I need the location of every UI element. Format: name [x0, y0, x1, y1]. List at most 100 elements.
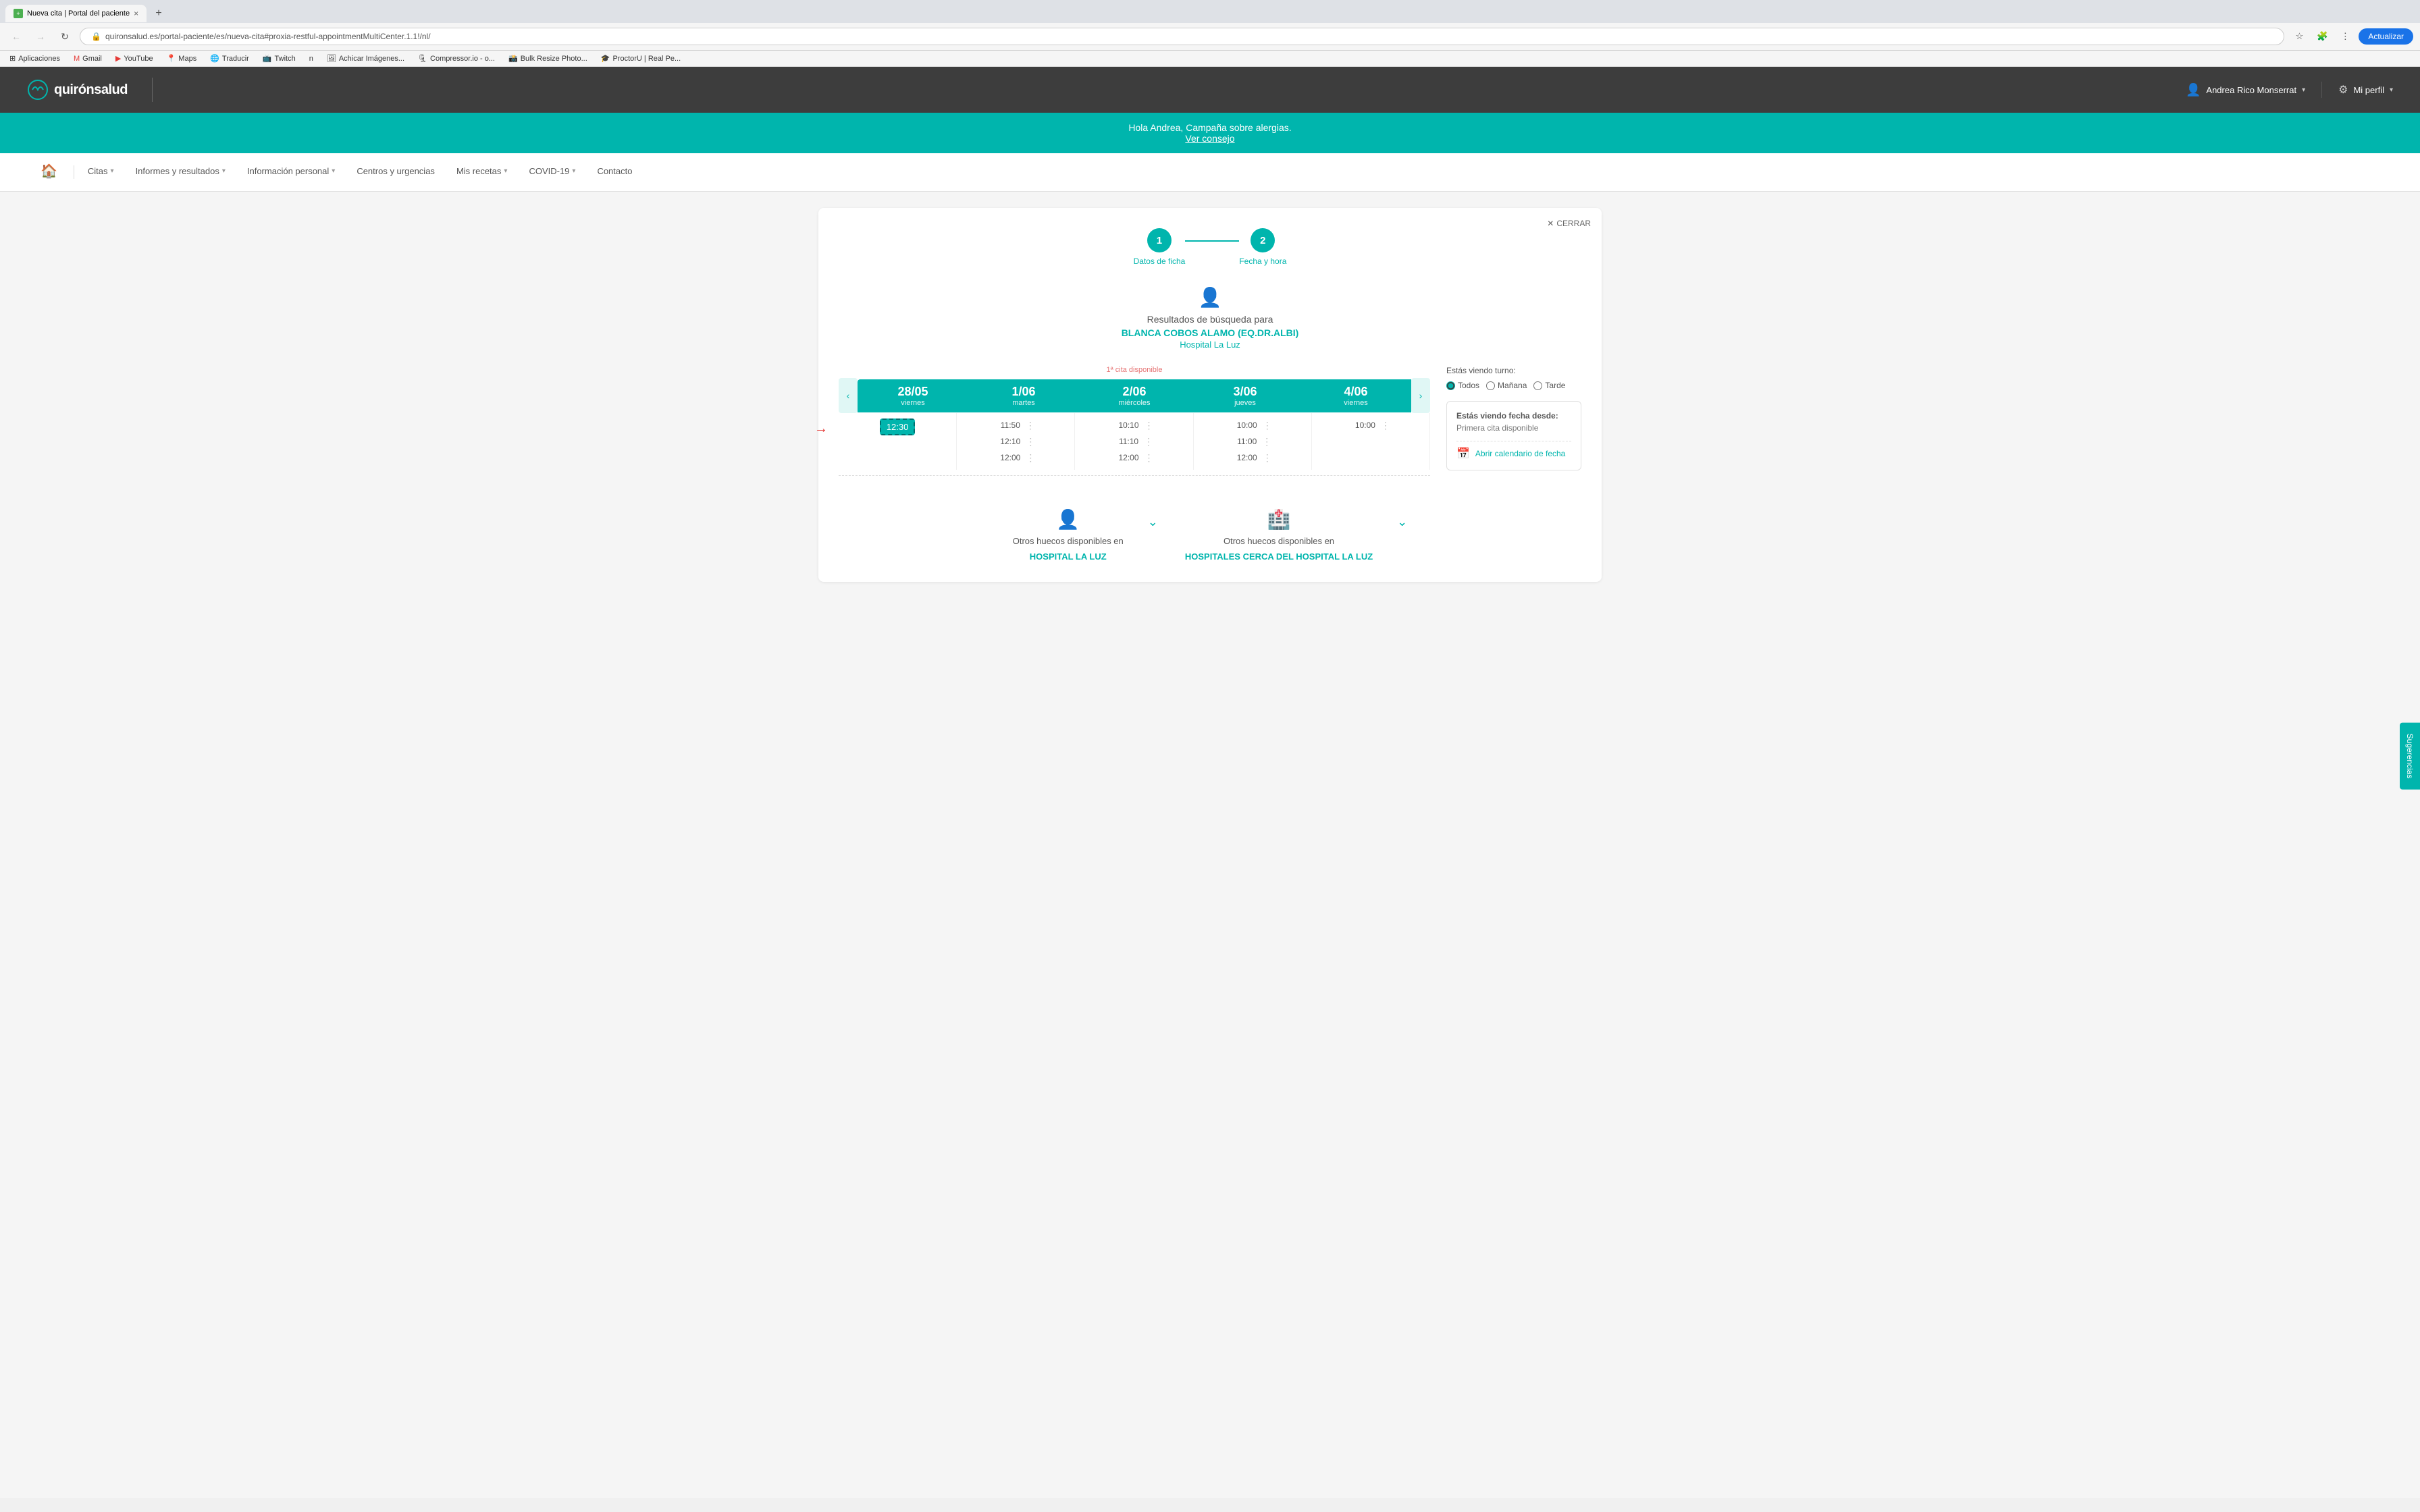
- more-icon-3-1[interactable]: ⋮: [1262, 436, 1271, 448]
- suggestions-tab[interactable]: Sugerencias: [2400, 723, 2420, 790]
- more-icon-1-2[interactable]: ⋮: [1026, 452, 1035, 464]
- open-calendar-button[interactable]: 📅 Abrir calendario de fecha: [1456, 447, 1571, 460]
- tab-bar: + Nueva cita | Portal del paciente × +: [0, 0, 2420, 23]
- more-icon-3-0[interactable]: ⋮: [1263, 420, 1272, 431]
- update-button[interactable]: Actualizar: [2359, 28, 2413, 45]
- bottom-chevron-right[interactable]: ⌄: [1397, 515, 1407, 529]
- day-4-date: 4/06: [1303, 385, 1409, 399]
- nav-item-covid[interactable]: COVID-19 ▾: [518, 157, 586, 188]
- turno-todos-option[interactable]: Todos: [1446, 381, 1479, 390]
- bookmark-n[interactable]: n: [307, 53, 316, 64]
- calendar-section: 1ª cita disponible ‹ 28/05 viernes 1/06 …: [839, 366, 1581, 481]
- bookmark-youtube[interactable]: ▶ YouTube: [113, 53, 156, 64]
- user-name: Andrea Rico Monserrat: [2206, 85, 2296, 95]
- turno-tarde-radio[interactable]: [1533, 381, 1542, 390]
- bookmark-translate[interactable]: 🌐 Traducir: [207, 53, 252, 64]
- bookmark-maps[interactable]: 📍 Maps: [164, 53, 200, 64]
- nav-item-informes[interactable]: Informes y resultados ▾: [125, 157, 236, 188]
- doctor-icon: 👤: [839, 286, 1581, 308]
- extensions-icon[interactable]: 🧩: [2313, 27, 2332, 46]
- header-profile[interactable]: ⚙ Mi perfil ▾: [2338, 83, 2393, 97]
- new-tab-button[interactable]: +: [149, 4, 168, 23]
- day-0-name: viernes: [860, 399, 966, 407]
- turno-options: Todos Mañana Tarde: [1446, 381, 1581, 390]
- more-icon-1-1[interactable]: ⋮: [1026, 436, 1035, 448]
- more-icon-4-0[interactable]: ⋮: [1381, 420, 1390, 431]
- person-icon-left: 👤: [1056, 508, 1080, 531]
- menu-icon[interactable]: ⋮: [2336, 27, 2355, 46]
- bookmark-gmail[interactable]: M Gmail: [71, 53, 105, 64]
- time-slot-0-0: 12:30: [841, 418, 953, 435]
- time-button-12-30[interactable]: 12:30: [880, 418, 916, 435]
- day-col-4: 4/06 viernes: [1300, 379, 1411, 412]
- nav-item-citas[interactable]: Citas ▾: [77, 157, 125, 188]
- bookmark-translate-label: Traducir: [222, 55, 249, 63]
- day-2-name: miércoles: [1082, 399, 1187, 407]
- header-user[interactable]: 👤 Andrea Rico Monserrat ▾: [2186, 83, 2305, 97]
- time-button-10-00-d4[interactable]: 10:00: [1351, 418, 1379, 432]
- apps-icon: ⊞: [9, 54, 16, 63]
- time-button-11-50[interactable]: 11:50: [997, 418, 1024, 432]
- time-button-12-00-d2[interactable]: 12:00: [1114, 451, 1142, 464]
- time-slot-3-0: 10:00 ⋮: [1196, 418, 1309, 432]
- close-x-icon: ✕: [1547, 219, 1554, 228]
- time-slot-1-1: 12:10 ⋮: [959, 435, 1072, 448]
- time-button-12-00-d3[interactable]: 12:00: [1233, 451, 1261, 464]
- red-arrow-indicator: →: [814, 421, 828, 437]
- date-info-value: Primera cita disponible: [1456, 423, 1571, 433]
- turno-todos-radio[interactable]: [1446, 381, 1455, 390]
- bottom-text-left: Otros huecos disponibles en: [1013, 536, 1124, 546]
- bookmarks-bar: ⊞ Aplicaciones M Gmail ▶ YouTube 📍 Maps …: [0, 51, 2420, 67]
- step-2-label: Fecha y hora: [1239, 256, 1286, 266]
- turno-manana-option[interactable]: Mañana: [1486, 381, 1527, 390]
- bookmark-achicar[interactable]: 🖼 Achicar Imágenes...: [324, 53, 407, 64]
- header-right: 👤 Andrea Rico Monserrat ▾ ⚙ Mi perfil ▾: [2186, 82, 2393, 98]
- day-col-0: 28/05 viernes: [858, 379, 968, 412]
- first-available-label: 1ª cita disponible: [839, 366, 1430, 374]
- nav-informes-chevron-icon: ▾: [222, 167, 226, 175]
- time-button-12-10[interactable]: 12:10: [996, 435, 1024, 448]
- nav-item-personal[interactable]: Información personal ▾: [236, 157, 346, 188]
- bottom-link-left[interactable]: HOSPITAL LA LUZ: [1030, 551, 1107, 562]
- nav-recetas-label: Mis recetas: [456, 166, 501, 176]
- more-icon-2-0[interactable]: ⋮: [1145, 420, 1154, 431]
- turno-tarde-option[interactable]: Tarde: [1533, 381, 1565, 390]
- day-3-name: jueves: [1192, 399, 1298, 407]
- time-button-11-10[interactable]: 11:10: [1115, 435, 1142, 448]
- banner-link[interactable]: Ver consejo: [1185, 133, 1234, 144]
- bottom-link-right[interactable]: HOSPITALES CERCA DEL HOSPITAL LA LUZ: [1185, 551, 1373, 562]
- close-button[interactable]: ✕ CERRAR: [1547, 219, 1591, 228]
- calendar-open-label: Abrir calendario de fecha: [1475, 449, 1565, 458]
- bookmark-bulk[interactable]: 📸 Bulk Resize Photo...: [506, 53, 590, 64]
- address-bar[interactable]: 🔒 quironsalud.es/portal-paciente/es/nuev…: [80, 28, 2284, 45]
- bookmark-compressor[interactable]: 🗜 Compressor.io - o...: [415, 53, 498, 64]
- more-icon-3-2[interactable]: ⋮: [1263, 452, 1272, 464]
- forward-button[interactable]: →: [31, 27, 50, 46]
- time-button-10-00-d3[interactable]: 10:00: [1233, 418, 1261, 432]
- nav-home-button[interactable]: 🏠: [27, 153, 71, 191]
- active-tab[interactable]: + Nueva cita | Portal del paciente ×: [5, 5, 147, 22]
- profile-label: Mi perfil: [2353, 85, 2384, 95]
- more-icon-2-1[interactable]: ⋮: [1144, 436, 1153, 448]
- bookmark-twitch[interactable]: 📺 Twitch: [260, 53, 298, 64]
- time-button-11-00[interactable]: 11:00: [1233, 435, 1261, 448]
- bookmark-proctoru[interactable]: 🎓 ProctorU | Real Pe...: [598, 53, 683, 64]
- nav-item-recetas[interactable]: Mis recetas ▾: [446, 157, 519, 188]
- bottom-item-left: 👤 Otros huecos disponibles en HOSPITAL L…: [1013, 508, 1124, 562]
- day-col-2: 2/06 miércoles: [1079, 379, 1190, 412]
- turno-manana-radio[interactable]: [1486, 381, 1495, 390]
- time-button-12-00-d1[interactable]: 12:00: [996, 451, 1024, 464]
- nav-item-contacto[interactable]: Contacto: [586, 157, 643, 188]
- refresh-button[interactable]: ↻: [55, 27, 74, 46]
- prev-day-button[interactable]: ‹: [839, 378, 858, 413]
- more-icon-2-2[interactable]: ⋮: [1145, 452, 1154, 464]
- bookmark-apps[interactable]: ⊞ Aplicaciones: [7, 53, 63, 64]
- back-button[interactable]: ←: [7, 27, 26, 46]
- time-button-10-10[interactable]: 10:10: [1114, 418, 1142, 432]
- bottom-chevron-left[interactable]: ⌄: [1148, 515, 1158, 529]
- next-day-button[interactable]: ›: [1411, 378, 1430, 413]
- nav-item-centros[interactable]: Centros y urgencias: [346, 157, 446, 188]
- star-icon[interactable]: ☆: [2290, 27, 2309, 46]
- tab-close-icon[interactable]: ×: [134, 9, 138, 18]
- more-icon-1-0[interactable]: ⋮: [1026, 420, 1035, 431]
